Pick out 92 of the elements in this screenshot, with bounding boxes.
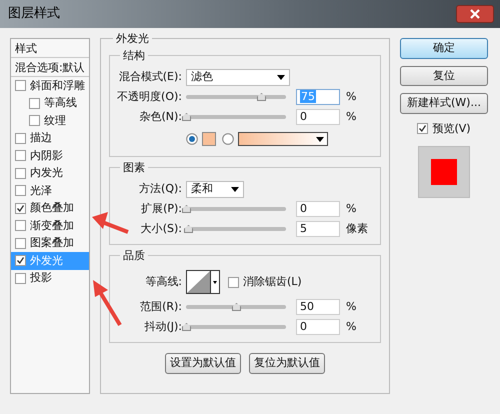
caret-icon xyxy=(231,186,239,192)
checkbox[interactable] xyxy=(15,150,26,162)
list-item[interactable]: 内阴影 xyxy=(11,147,89,164)
slider-thumb[interactable] xyxy=(257,93,266,101)
contour-picker[interactable] xyxy=(186,270,220,294)
checkbox[interactable] xyxy=(417,123,428,134)
item-label: 光泽 xyxy=(30,182,52,198)
close-icon xyxy=(469,8,481,20)
annotation-arrow xyxy=(92,212,129,234)
field-label: 大小(S): xyxy=(140,220,183,237)
dialog-button[interactable]: 复位 xyxy=(400,66,488,86)
input-field[interactable]: 5 xyxy=(296,221,340,237)
slider-thumb[interactable] xyxy=(232,303,241,311)
dropdown-value: 柔和 xyxy=(191,180,213,197)
radio-button[interactable] xyxy=(222,133,234,145)
item-label: 图案叠加 xyxy=(30,235,74,251)
input-field[interactable]: 0 xyxy=(296,201,340,217)
gradient-picker[interactable] xyxy=(238,132,328,146)
caret-icon xyxy=(277,74,285,80)
color-swatch[interactable] xyxy=(202,132,216,146)
list-header: 样式 xyxy=(11,39,89,58)
item-label: 等高线 xyxy=(44,95,77,111)
checkbox[interactable] xyxy=(15,255,26,266)
window-title: 图层样式 xyxy=(8,5,60,24)
slider-thumb[interactable] xyxy=(182,113,191,121)
list-item[interactable]: 渐变叠加 xyxy=(11,217,89,234)
unit-label: % xyxy=(346,318,356,335)
dropdown-value: 滤色 xyxy=(191,68,213,85)
field-label: 不透明度(O): xyxy=(116,88,183,105)
input-field[interactable]: 50 xyxy=(296,299,340,315)
list-item[interactable]: 光泽 xyxy=(11,182,89,200)
list-item[interactable]: 等高线 xyxy=(11,94,89,112)
list-item[interactable]: 纹理 xyxy=(11,112,89,130)
close-button[interactable] xyxy=(456,5,494,23)
unit-label: % xyxy=(346,298,356,315)
field-label: 等高线: xyxy=(144,274,183,290)
list-item[interactable]: 混合选项:默认 xyxy=(11,58,89,77)
default-button[interactable]: 设置为默认值 xyxy=(165,353,241,374)
checkbox[interactable] xyxy=(15,272,26,284)
field-label: 混合模式(E): xyxy=(118,68,183,85)
slider-thumb[interactable] xyxy=(184,225,193,233)
list-item[interactable]: 颜色叠加 xyxy=(11,200,89,217)
checkbox-label: 消除锯齿(L) xyxy=(243,274,302,290)
checkbox[interactable] xyxy=(15,80,26,92)
item-label: 斜面和浮雕 xyxy=(30,78,85,94)
field-label: 方法(Q): xyxy=(138,180,183,197)
slider-thumb[interactable] xyxy=(182,205,191,213)
item-label: 内阴影 xyxy=(30,148,63,164)
caret-icon xyxy=(316,137,324,142)
item-label: 纹理 xyxy=(44,112,66,128)
list-item[interactable]: 描边 xyxy=(11,130,89,147)
input-field[interactable]: 0 xyxy=(296,319,340,335)
slider-track[interactable] xyxy=(186,305,286,309)
checkbox[interactable] xyxy=(15,238,26,249)
item-label: 内发光 xyxy=(30,165,63,181)
slider-thumb[interactable] xyxy=(182,323,191,331)
checkbox-label: 预览(V) xyxy=(432,120,471,136)
slider-track[interactable] xyxy=(186,227,286,231)
dialog-button[interactable]: 新建样式(W)... xyxy=(400,93,488,114)
list-item[interactable]: 内发光 xyxy=(11,164,89,182)
checkbox[interactable] xyxy=(29,98,40,109)
list-item[interactable]: 斜面和浮雕 xyxy=(11,77,89,94)
checkbox[interactable] xyxy=(15,202,26,214)
list-item[interactable]: 投影 xyxy=(11,270,89,287)
checkbox[interactable] xyxy=(29,115,40,126)
item-label: 投影 xyxy=(30,270,52,286)
dropdown[interactable]: 柔和 xyxy=(186,180,244,198)
item-label: 颜色叠加 xyxy=(30,200,74,216)
default-button[interactable]: 复位为默认值 xyxy=(249,353,325,374)
annotation-arrow xyxy=(93,280,122,326)
input-field[interactable]: 0 xyxy=(296,109,340,125)
field-label: 抖动(J): xyxy=(143,318,183,335)
checkbox[interactable] xyxy=(15,132,26,144)
item-label: 外发光 xyxy=(30,252,63,268)
unit-label: % xyxy=(346,88,356,105)
unit-label: % xyxy=(346,200,356,217)
checkbox[interactable] xyxy=(15,220,26,232)
item-label: 描边 xyxy=(30,130,52,146)
slider-track[interactable] xyxy=(186,95,286,99)
radio-button[interactable] xyxy=(186,133,198,145)
dialog-button[interactable]: 确定 xyxy=(400,38,488,58)
field-label: 范围(R): xyxy=(139,298,183,315)
checkbox[interactable] xyxy=(15,168,26,179)
list-item[interactable]: 图案叠加 xyxy=(11,234,89,252)
field-label: 杂色(N): xyxy=(138,108,183,125)
dropdown[interactable]: 滤色 xyxy=(186,68,290,86)
checkbox[interactable] xyxy=(15,185,26,196)
checkbox[interactable] xyxy=(228,276,239,288)
unit-label: 像素 xyxy=(346,220,368,237)
item-label: 渐变叠加 xyxy=(30,218,74,234)
field-label: 扩展(P): xyxy=(140,200,183,217)
unit-label: % xyxy=(346,108,356,125)
